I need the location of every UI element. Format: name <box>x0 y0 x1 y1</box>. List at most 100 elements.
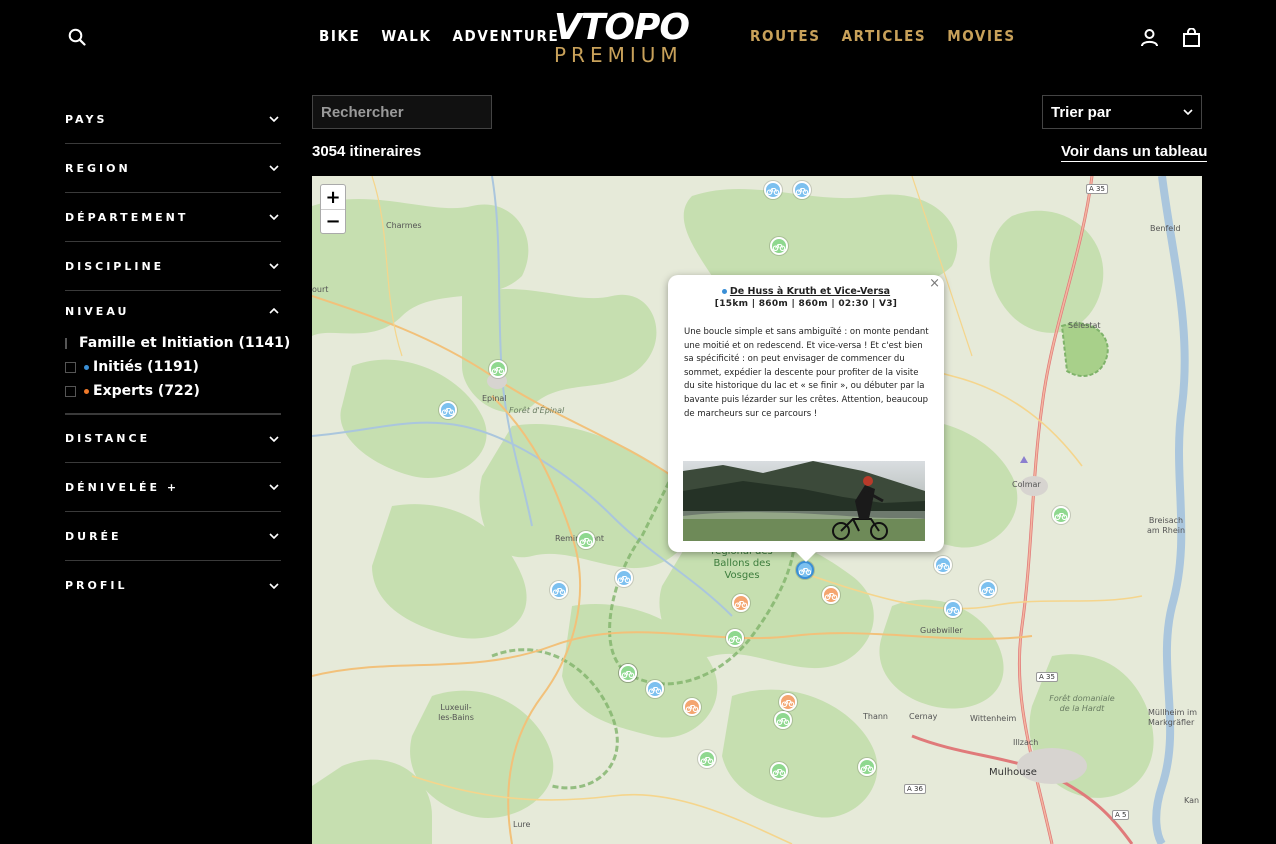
place-label: Cernay <box>909 712 938 721</box>
niveau-option-inities[interactable]: Initiés (1191) <box>65 355 281 379</box>
place-label: Forêt d'Épinal <box>509 406 565 415</box>
filter-niveau: NIVEAU Famille et Initiation (1141) Init… <box>65 291 290 414</box>
table-view-link[interactable]: Voir dans un tableau <box>1061 143 1208 162</box>
filter-label: NIVEAU <box>65 304 130 318</box>
chevron-down-icon <box>267 112 281 126</box>
route-marker-initie[interactable] <box>764 181 782 199</box>
nav-bike[interactable]: BIKE <box>319 27 360 45</box>
main-nav: BIKE WALK ADVENTURE <box>319 27 559 45</box>
place-label: Illzach <box>1013 738 1039 747</box>
route-marker-initie[interactable] <box>979 580 997 598</box>
road-label: A 5 <box>1112 810 1130 820</box>
place-label: Forêt domaniale de la Hardt <box>1049 694 1115 713</box>
place-label: Guebwiller <box>920 626 963 635</box>
route-marker-initie[interactable] <box>646 680 664 698</box>
route-marker-expert[interactable] <box>779 693 797 711</box>
route-marker-expert[interactable] <box>732 594 750 612</box>
account-icon[interactable] <box>1138 26 1160 48</box>
nav-walk[interactable]: WALK <box>381 27 431 45</box>
route-marker-famille[interactable] <box>770 762 788 780</box>
route-marker-expert[interactable] <box>683 698 701 716</box>
popup-tip <box>796 552 816 562</box>
place-label: ourt <box>312 285 329 294</box>
chevron-down-icon <box>1183 109 1193 115</box>
vtopo-logo[interactable]: VTOPO PREMIUM <box>550 8 720 68</box>
route-marker-initie[interactable] <box>793 181 811 199</box>
zoom-out-button[interactable]: − <box>321 209 345 233</box>
route-marker-initie[interactable] <box>934 556 952 574</box>
search-input[interactable] <box>312 95 492 129</box>
filter-duree[interactable]: DURÉE <box>65 512 281 561</box>
route-marker-famille[interactable] <box>774 711 792 729</box>
route-marker-expert[interactable] <box>822 586 840 604</box>
checkbox[interactable] <box>65 337 67 349</box>
niveau-option-famille[interactable]: Famille et Initiation (1141) <box>65 331 290 355</box>
filter-profil[interactable]: PROFIL <box>65 561 281 610</box>
route-photo[interactable] <box>683 461 925 541</box>
route-marker-famille[interactable] <box>770 237 788 255</box>
route-marker-initie[interactable] <box>615 569 633 587</box>
place-label: Epinal <box>482 394 507 403</box>
route-marker-famille[interactable] <box>726 629 744 647</box>
road-label: A 36 <box>904 784 926 794</box>
filter-distance[interactable]: DISTANCE <box>65 414 281 463</box>
place-label: Colmar <box>1012 480 1041 489</box>
sort-select[interactable]: Trier par <box>1042 95 1202 129</box>
nav-adventure[interactable]: ADVENTURE <box>453 27 560 45</box>
route-marker-famille[interactable] <box>858 758 876 776</box>
search-icon[interactable] <box>66 26 88 48</box>
filter-label: DÉNIVELÉE + <box>65 480 180 494</box>
filter-departement[interactable]: DÉPARTEMENT <box>65 193 281 242</box>
route-marker-initie[interactable] <box>550 581 568 599</box>
nav-routes[interactable]: ROUTES <box>750 27 821 45</box>
place-label: Mulhouse <box>989 767 1037 778</box>
route-link[interactable]: De Huss à Kruth et Vice-Versa <box>730 286 890 297</box>
option-label: Initiés (1191) <box>93 359 199 375</box>
place-label: Kan <box>1184 796 1200 805</box>
route-marker-famille[interactable] <box>489 360 507 378</box>
route-marker-famille[interactable] <box>698 750 716 768</box>
routes-map[interactable]: Charmes ourt Epinal Forêt d'Épinal Remir… <box>312 176 1202 844</box>
road-label: A 35 <box>1036 672 1058 682</box>
place-label: Wittenheim <box>970 714 1017 723</box>
logo-subtext: PREMIUM <box>554 43 683 67</box>
filter-niveau-header[interactable]: NIVEAU <box>65 304 281 318</box>
filter-label: DISTANCE <box>65 432 151 445</box>
place-label: Lure <box>513 820 531 829</box>
zoom-in-button[interactable]: + <box>321 185 345 209</box>
sort-label: Trier par <box>1051 103 1112 121</box>
place-label: Luxeuil-les-Bains <box>438 703 474 722</box>
zoom-control: + − <box>320 184 346 234</box>
cart-icon[interactable] <box>1180 26 1202 48</box>
results-count: 3054 itineraires <box>312 143 422 160</box>
route-marker-famille[interactable] <box>619 664 637 682</box>
filter-label: DURÉE <box>65 529 122 543</box>
option-label: Famille et Initiation (1141) <box>79 335 291 351</box>
filter-region[interactable]: REGION <box>65 144 281 193</box>
level-dot-icon <box>84 388 89 394</box>
filter-denivelee[interactable]: DÉNIVELÉE + <box>65 463 281 512</box>
checkbox[interactable] <box>65 385 76 397</box>
road-label: A 35 <box>1086 184 1108 194</box>
level-dot-icon <box>84 364 89 370</box>
route-marker-selected[interactable] <box>796 561 814 579</box>
place-label: Charmes <box>386 221 422 230</box>
route-marker-initie[interactable] <box>439 401 457 419</box>
filter-label: REGION <box>65 161 131 175</box>
route-marker-famille[interactable] <box>1052 506 1070 524</box>
checkbox[interactable] <box>65 361 76 373</box>
secondary-nav: ROUTES ARTICLES MOVIES <box>750 27 1016 45</box>
niveau-option-experts[interactable]: Experts (722) <box>65 379 281 403</box>
filter-discipline[interactable]: DISCIPLINE <box>65 242 281 291</box>
place-label: Sélestat <box>1068 321 1101 330</box>
filter-label: PROFIL <box>65 579 128 592</box>
filter-pays[interactable]: PAYS <box>65 95 281 144</box>
route-description: Une boucle simple et sans ambiguïté : on… <box>684 327 929 419</box>
route-marker-initie[interactable] <box>944 600 962 618</box>
nav-articles[interactable]: ARTICLES <box>842 27 927 45</box>
filter-label: DISCIPLINE <box>65 259 165 273</box>
level-dot-icon <box>721 289 727 294</box>
filter-label: PAYS <box>65 112 108 126</box>
route-marker-famille[interactable] <box>577 531 595 549</box>
nav-movies[interactable]: MOVIES <box>947 27 1016 45</box>
